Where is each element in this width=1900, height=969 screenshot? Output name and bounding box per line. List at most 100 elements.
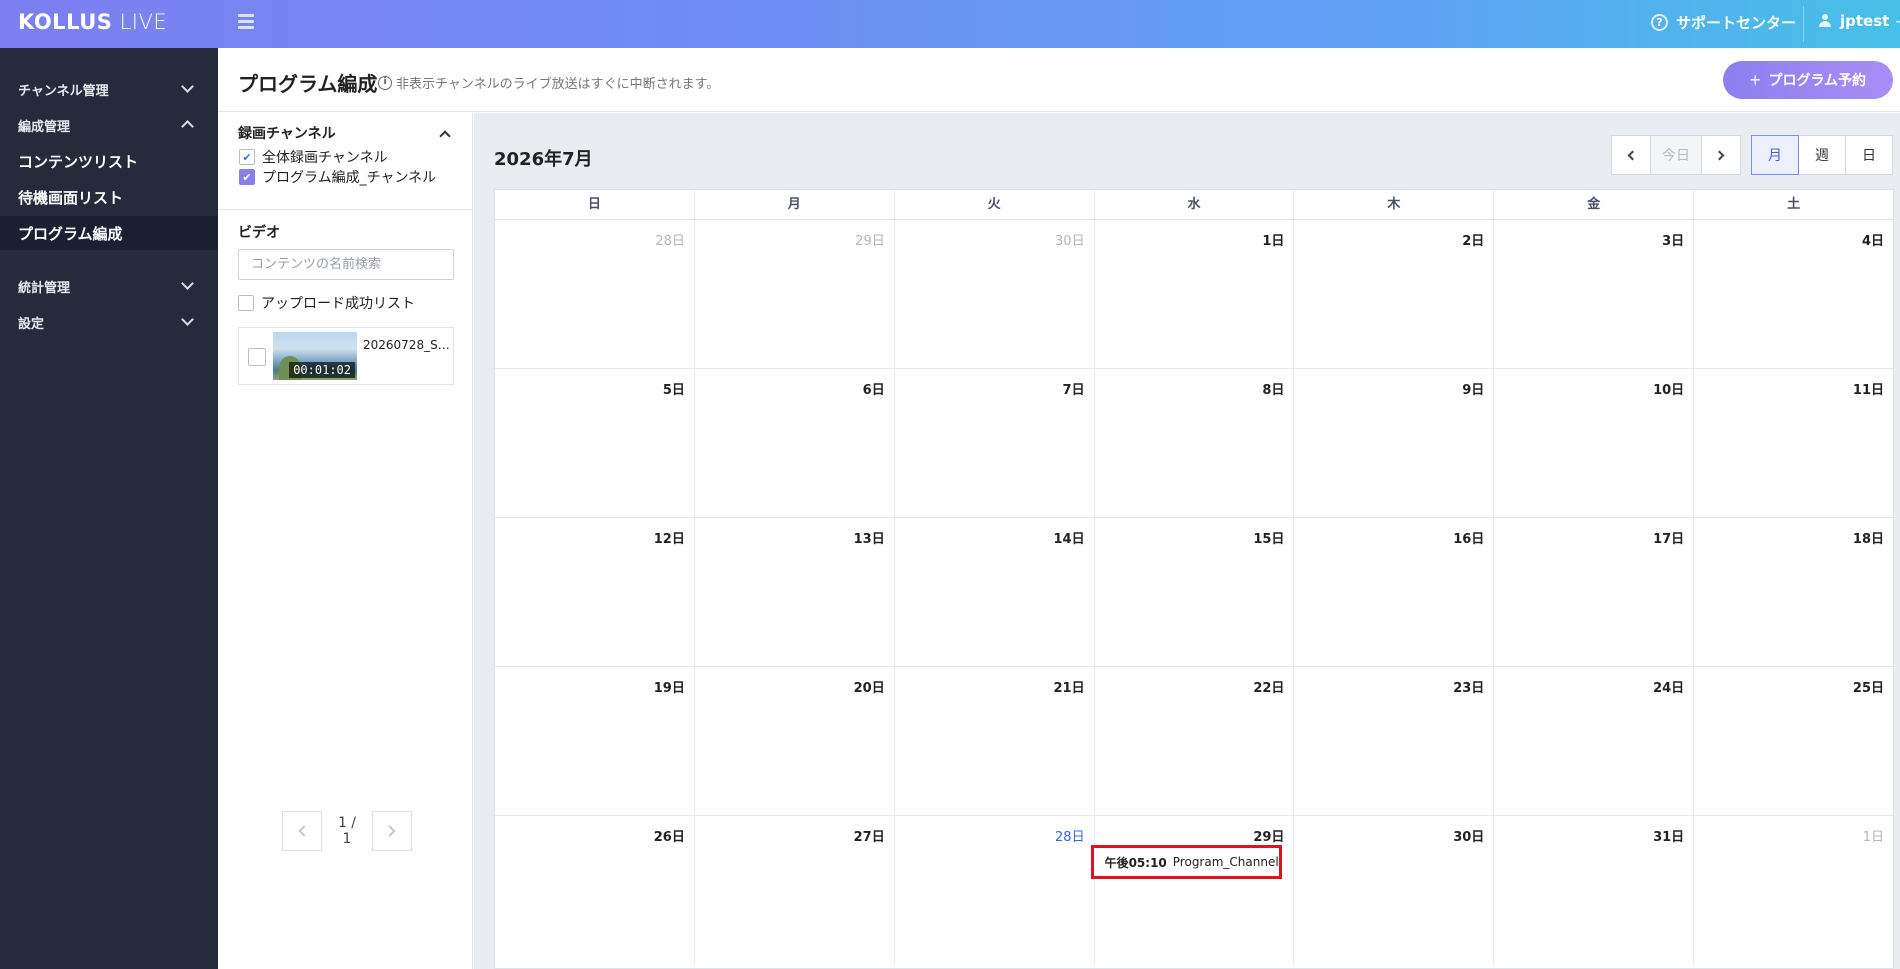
- day-cell[interactable]: 2日: [1293, 220, 1493, 368]
- checkbox-checked[interactable]: ✔: [239, 169, 255, 185]
- user-menu[interactable]: jptest ⌄: [1818, 12, 1900, 30]
- week-row: 28日 29日 30日 1日 2日 3日 4日: [495, 220, 1893, 369]
- next-page-button[interactable]: [372, 811, 412, 851]
- day-cell[interactable]: 1日: [1093, 220, 1294, 368]
- day-cell[interactable]: 29日: [693, 220, 894, 368]
- day-cell[interactable]: 6日: [693, 369, 894, 517]
- logo[interactable]: KOLLUS LIVE: [18, 10, 167, 34]
- day-cell[interactable]: 14日: [893, 518, 1094, 666]
- logo-light: LIVE: [119, 10, 168, 34]
- day-number: 3日: [1662, 234, 1685, 249]
- weekday-label: 土: [1693, 190, 1893, 219]
- day-cell[interactable]: 29日 午後05:10 Program_Channel: [1090, 816, 1294, 965]
- view-month-button[interactable]: 月: [1751, 135, 1799, 175]
- day-cell[interactable]: 21日: [893, 667, 1094, 815]
- sidebar-item-content-list[interactable]: コンテンツリスト: [0, 144, 218, 178]
- day-number: 30日: [1453, 830, 1485, 845]
- video-thumbnail: 00:01:02: [273, 332, 357, 380]
- day-cell[interactable]: 11日: [1693, 369, 1893, 517]
- day-cell[interactable]: 27日: [693, 816, 894, 965]
- sidebar-item-standby-list[interactable]: 待機画面リスト: [0, 180, 218, 214]
- sidebar-item-channel[interactable]: チャンネル管理: [0, 72, 218, 106]
- day-cell[interactable]: 26日: [495, 816, 694, 965]
- day-cell[interactable]: 28日: [495, 220, 694, 368]
- day-cell[interactable]: 8日: [1093, 369, 1294, 517]
- day-cell[interactable]: 20日: [693, 667, 894, 815]
- info-icon: i: [378, 75, 392, 90]
- day-number: 8日: [1262, 383, 1285, 398]
- calendar-area: 2026年7月 今日 月 週 日 日 月 火 水 木 金 土 28日 29日 3…: [474, 113, 1900, 969]
- day-cell[interactable]: 9日: [1293, 369, 1493, 517]
- prev-month-button[interactable]: [1611, 135, 1651, 175]
- day-cell[interactable]: 4日: [1693, 220, 1893, 368]
- user-name: jptest: [1840, 12, 1890, 30]
- calendar-event[interactable]: 午後05:10 Program_Channel: [1090, 845, 1282, 879]
- day-number: 17日: [1653, 532, 1685, 547]
- sidebar-item-label: チャンネル管理: [18, 83, 109, 99]
- video-section-title: ビデオ: [238, 225, 280, 241]
- prev-page-button[interactable]: [282, 811, 322, 851]
- video-select-checkbox[interactable]: [248, 348, 266, 366]
- view-day-button[interactable]: 日: [1845, 135, 1893, 175]
- day-cell[interactable]: 19日: [495, 667, 694, 815]
- program-reserve-button[interactable]: + プログラム予約: [1723, 61, 1893, 99]
- weekday-label: 月: [693, 190, 894, 219]
- day-cell[interactable]: 23日: [1293, 667, 1493, 815]
- chevron-right-icon: [384, 825, 396, 837]
- day-cell[interactable]: 3日: [1493, 220, 1693, 368]
- day-number: 28日: [655, 234, 685, 249]
- week-row: 26日 27日 28日 29日 午後05:10 Program_Channel …: [495, 816, 1893, 965]
- page-indicator: 1 / 1: [337, 815, 357, 847]
- day-cell[interactable]: 30日: [1293, 816, 1493, 965]
- sidebar-item-label: プログラム編成: [18, 224, 123, 243]
- sidebar-item-program-schedule[interactable]: プログラム編成: [0, 216, 218, 250]
- day-number: 30日: [1055, 234, 1085, 249]
- sidebar-item-settings[interactable]: 設定: [0, 305, 218, 339]
- weekday-label: 木: [1293, 190, 1493, 219]
- page-header: プログラム編成 i 非表示チャンネルのライブ放送はすぐに中断されます。 + プロ…: [218, 48, 1900, 112]
- channel-option-all[interactable]: ✔ 全体録画チャンネル: [239, 147, 388, 167]
- video-list-item[interactable]: 00:01:02 20260728_Sa...: [238, 327, 454, 385]
- content-search-input[interactable]: [238, 249, 454, 280]
- weekday-header: 日 月 火 水 木 金 土: [495, 190, 1893, 220]
- checkbox-checked[interactable]: ✔: [239, 149, 255, 165]
- day-cell[interactable]: 31日: [1493, 816, 1693, 965]
- week-row: 5日 6日 7日 8日 9日 10日 11日: [495, 369, 1893, 518]
- day-cell[interactable]: 1日: [1693, 816, 1893, 965]
- day-cell[interactable]: 7日: [893, 369, 1094, 517]
- day-cell[interactable]: 18日: [1693, 518, 1893, 666]
- support-label: サポートセンター: [1676, 14, 1797, 32]
- day-cell[interactable]: 30日: [893, 220, 1094, 368]
- support-center-link[interactable]: ? サポートセンター: [1651, 12, 1796, 33]
- upload-success-filter[interactable]: アップロード成功リスト: [238, 293, 415, 313]
- day-cell[interactable]: 5日: [495, 369, 694, 517]
- menu-toggle-icon[interactable]: [238, 14, 254, 32]
- view-week-button[interactable]: 週: [1798, 135, 1846, 175]
- today-button[interactable]: 今日: [1650, 135, 1702, 175]
- sidebar-item-label: 待機画面リスト: [18, 188, 124, 207]
- recording-channel-title: 録画チャンネル: [238, 126, 336, 142]
- day-cell[interactable]: 13日: [693, 518, 894, 666]
- weekday-label: 火: [893, 190, 1094, 219]
- page-note-text: 非表示チャンネルのライブ放送はすぐに中断されます。: [396, 77, 720, 92]
- day-cell[interactable]: 15日: [1093, 518, 1294, 666]
- day-cell[interactable]: 12日: [495, 518, 694, 666]
- day-number: 26日: [653, 830, 685, 845]
- day-cell[interactable]: 17日: [1493, 518, 1693, 666]
- day-number: 21日: [1053, 681, 1085, 696]
- day-cell[interactable]: 16日: [1293, 518, 1493, 666]
- sidebar-item-statistics[interactable]: 統計管理: [0, 269, 218, 303]
- day-cell[interactable]: 24日: [1493, 667, 1693, 815]
- pagination: 1 / 1: [282, 811, 412, 851]
- day-cell[interactable]: 10日: [1493, 369, 1693, 517]
- next-month-button[interactable]: [1701, 135, 1741, 175]
- day-cell-today[interactable]: 28日: [893, 816, 1094, 965]
- channel-option-program[interactable]: ✔ プログラム編成_チャンネル: [239, 167, 436, 187]
- chevron-up-icon[interactable]: [439, 130, 451, 142]
- day-number: 15日: [1253, 532, 1285, 547]
- day-cell[interactable]: 25日: [1693, 667, 1893, 815]
- checkbox-unchecked[interactable]: [238, 295, 254, 311]
- day-number: 1日: [1862, 830, 1885, 845]
- sidebar-item-schedule-mgmt[interactable]: 編成管理: [0, 108, 218, 142]
- day-cell[interactable]: 22日: [1093, 667, 1294, 815]
